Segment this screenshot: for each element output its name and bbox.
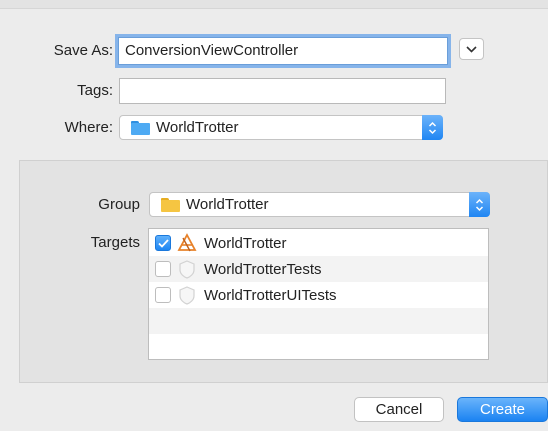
save-as-field[interactable]: ConversionViewController [118, 37, 448, 65]
test-target-icon [177, 259, 197, 279]
tags-field[interactable] [119, 78, 446, 104]
target-checkbox[interactable] [155, 287, 171, 303]
where-popup[interactable]: WorldTrotter [119, 115, 443, 140]
group-value: WorldTrotter [186, 196, 269, 213]
dialog-top-edge [0, 0, 548, 9]
group-popup[interactable]: WorldTrotter [149, 192, 490, 217]
target-checkbox[interactable] [155, 235, 171, 251]
target-name: WorldTrotter [204, 234, 287, 252]
where-value: WorldTrotter [156, 119, 239, 136]
target-checkbox[interactable] [155, 261, 171, 277]
create-button[interactable]: Create [457, 397, 548, 422]
popup-arrows-icon [469, 192, 490, 217]
checkmark-icon [157, 238, 169, 248]
tags-label: Tags: [77, 82, 113, 99]
app-target-icon [177, 233, 197, 253]
target-name: WorldTrotterUITests [204, 286, 337, 304]
where-label: Where: [64, 119, 113, 136]
expand-dialog-button[interactable] [459, 38, 484, 60]
save-as-value: ConversionViewController [125, 42, 299, 59]
popup-arrows-icon [422, 115, 443, 140]
target-row[interactable]: WorldTrotterTests [149, 256, 488, 282]
save-as-label: Save As: [53, 42, 113, 59]
targets-label: Targets [90, 234, 140, 251]
target-name: WorldTrotterTests [204, 260, 322, 278]
test-target-icon [177, 285, 197, 305]
folder-icon [131, 120, 150, 135]
empty-row [149, 308, 488, 334]
cancel-button[interactable]: Cancel [354, 397, 444, 422]
folder-icon [161, 197, 180, 212]
chevron-down-icon [466, 45, 477, 53]
target-row[interactable]: WorldTrotterUITests [149, 282, 488, 308]
targets-list: WorldTrotter WorldTrotterTests WorldTrot… [148, 228, 489, 360]
empty-row [149, 334, 488, 360]
target-row[interactable]: WorldTrotter [149, 230, 488, 256]
group-label: Group [98, 196, 140, 213]
